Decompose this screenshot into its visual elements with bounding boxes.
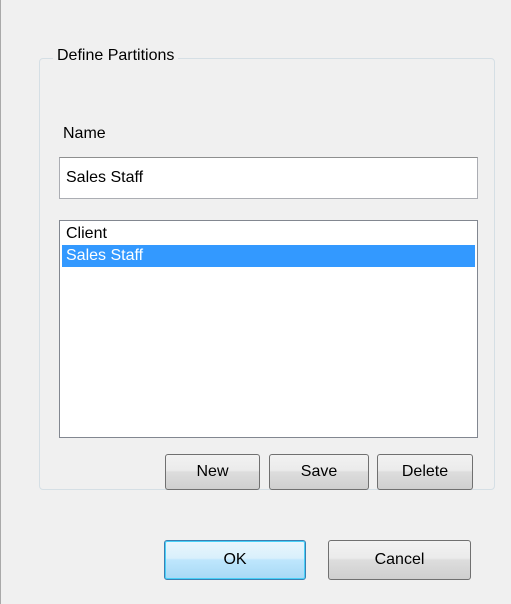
cancel-button[interactable]: Cancel [328,540,471,580]
define-partitions-dialog: Define Partitions Name Client Sales Staf… [0,0,511,604]
name-input[interactable] [59,157,478,199]
list-item-sales-staff[interactable]: Sales Staff [62,245,475,267]
name-label: Name [63,125,106,142]
list-item-client[interactable]: Client [62,223,475,245]
partitions-listbox[interactable]: Client Sales Staff [59,220,478,438]
ok-button[interactable]: OK [164,540,306,580]
new-button[interactable]: New [165,454,260,490]
groupbox-title: Define Partitions [53,46,179,66]
save-button[interactable]: Save [269,454,369,490]
delete-button[interactable]: Delete [377,454,473,490]
